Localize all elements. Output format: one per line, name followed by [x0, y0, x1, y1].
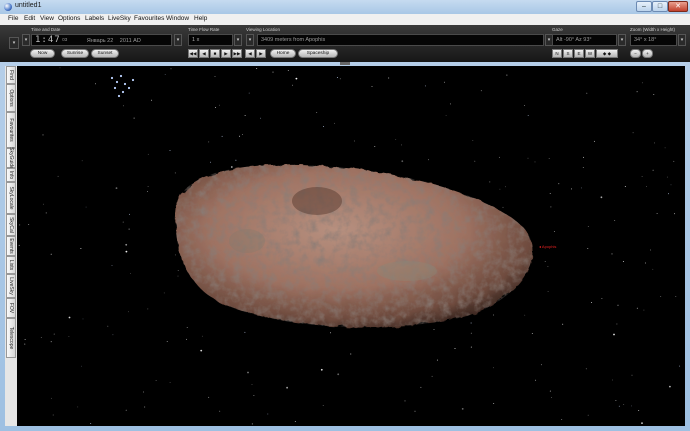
zoom-in-button[interactable]: +: [642, 49, 653, 58]
viewing-location-label: Viewing Location: [246, 27, 280, 32]
asteroid-apophis[interactable]: [167, 156, 547, 336]
stop-button[interactable]: ■: [210, 49, 220, 58]
location-back-button[interactable]: ◀: [245, 49, 255, 58]
sky-view[interactable]: ◂ Apophis: [17, 66, 685, 426]
tab-info[interactable]: Info: [6, 168, 16, 182]
toolbar: ▾ Time and Date ▾ 1:47 03 Январь 22 2011…: [0, 25, 690, 62]
menu-edit[interactable]: Edit: [24, 15, 35, 22]
tab-fov[interactable]: FOV: [6, 298, 16, 318]
home-button[interactable]: Home: [270, 49, 296, 58]
tab-favourites[interactable]: Favourites: [6, 112, 16, 148]
menu-window[interactable]: Window: [166, 15, 189, 22]
toolbar-menu-button[interactable]: ▾: [9, 37, 19, 49]
gaze-west-button[interactable]: W: [585, 49, 595, 58]
zoom-out-button[interactable]: −: [630, 49, 641, 58]
tab-lists[interactable]: Lists: [6, 256, 16, 274]
rewind-button[interactable]: ◀◀: [188, 49, 198, 58]
minimize-button[interactable]: –: [636, 1, 652, 12]
zoom-dropdown[interactable]: ▾: [678, 34, 686, 46]
time-flow-field[interactable]: 1 x: [188, 34, 233, 46]
menu-labels[interactable]: Labels: [85, 15, 104, 22]
time-value: 1:47: [35, 35, 61, 45]
title-bar[interactable]: untitled1 – □ ✕: [0, 0, 690, 14]
time-date-dropdown[interactable]: ▾: [22, 34, 30, 46]
year-value: 2011 AD: [119, 38, 141, 44]
step-back-button[interactable]: ◀: [199, 49, 209, 58]
play-button[interactable]: ▶: [221, 49, 231, 58]
tab-skycal[interactable]: SkyCal: [6, 214, 16, 236]
menu-help[interactable]: Help: [194, 15, 207, 22]
time-date-options-dropdown[interactable]: ▾: [174, 34, 182, 46]
object-label-apophis[interactable]: ◂ Apophis: [539, 244, 556, 249]
gaze-label: Gaze: [552, 27, 563, 32]
tab-events[interactable]: Events: [6, 236, 16, 256]
app-window: untitled1 – □ ✕ File Edit View Options L…: [0, 0, 690, 431]
zoom-field[interactable]: 34° x 18°: [630, 34, 677, 46]
toolbar-collapse-handle[interactable]: [340, 62, 350, 65]
app-logo-icon: [4, 3, 12, 11]
spaceship-button[interactable]: Spaceship: [298, 49, 338, 58]
time-flow-dropdown[interactable]: ▾: [234, 34, 242, 46]
menu-favourites[interactable]: Favourites: [134, 15, 164, 22]
sky-canvas: [18, 67, 681, 425]
time-date-field[interactable]: 1:47 03 Январь 22 2011 AD: [31, 34, 172, 46]
gaze-south-button[interactable]: S: [563, 49, 573, 58]
tab-livesky[interactable]: LiveSky: [6, 274, 16, 298]
time-date-label: Time and Date: [31, 27, 61, 32]
now-button[interactable]: Now: [30, 49, 55, 58]
tab-find[interactable]: Find: [6, 66, 16, 84]
tab-skyguide[interactable]: SkyGuide: [6, 147, 16, 169]
location-forward-button[interactable]: ▶: [256, 49, 266, 58]
gaze-north-button[interactable]: N: [552, 49, 562, 58]
sunrise-button[interactable]: Sunrise: [61, 49, 89, 58]
gaze-field[interactable]: Alt -90° Az 93°: [552, 34, 617, 46]
gaze-dropdown[interactable]: ▾: [618, 34, 626, 46]
close-button[interactable]: ✕: [668, 1, 688, 12]
fast-forward-button[interactable]: ▶▶: [232, 49, 242, 58]
viewing-location-field[interactable]: 3409 meters from Apophis: [257, 34, 544, 46]
date-value: Январь 22: [86, 38, 114, 44]
viewing-location-dropdown[interactable]: ▾: [246, 34, 254, 46]
zoom-label: Zoom (Width x Height): [630, 27, 676, 32]
sunset-button[interactable]: Sunset: [91, 49, 119, 58]
window-title: untitled1: [15, 2, 42, 9]
seconds-value: 03: [62, 37, 68, 42]
menu-options[interactable]: Options: [58, 15, 80, 22]
gaze-east-button[interactable]: E: [574, 49, 584, 58]
tab-telescope[interactable]: Telescope: [6, 318, 16, 358]
time-flow-label: Time Flow Rate: [188, 27, 220, 32]
menu-livesky[interactable]: LiveSky: [108, 15, 131, 22]
gaze-extra-buttons[interactable]: ◆ ◆: [596, 49, 618, 58]
menu-view[interactable]: View: [40, 15, 54, 22]
maximize-button[interactable]: □: [652, 1, 668, 12]
tab-skylocale[interactable]: SkyLocale: [6, 182, 16, 214]
tab-options[interactable]: Options: [6, 84, 16, 112]
menu-file[interactable]: File: [8, 15, 18, 22]
